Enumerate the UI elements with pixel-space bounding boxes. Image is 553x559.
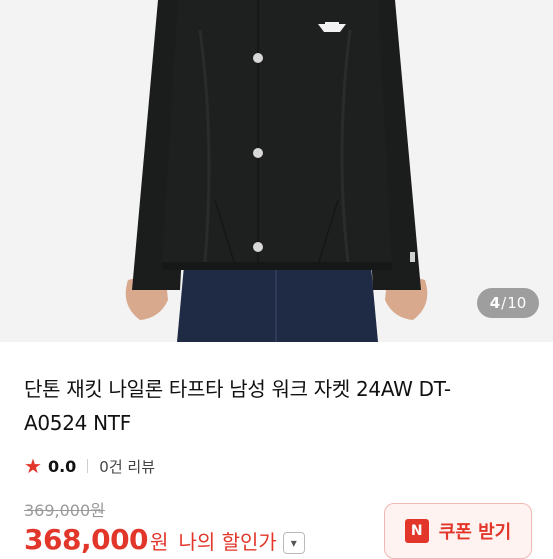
review-count[interactable]: 0건 리뷰 [99, 456, 155, 477]
product-photo-jacket [0, 0, 553, 342]
n-badge-icon: N [404, 519, 429, 543]
original-price: 369,000원 [24, 501, 105, 520]
product-image[interactable]: 4/10 [0, 0, 553, 342]
product-title: 단톤 재킷 나일론 타프타 남성 워크 자켓 24AW DT- A0524 NT… [24, 372, 529, 440]
sale-price: 368,000 [24, 523, 149, 556]
price-unit: 원 [150, 530, 169, 554]
rating-row[interactable]: ★ 0.0 0건 리뷰 [24, 453, 155, 479]
image-counter-current: 4 [489, 294, 501, 312]
image-counter: 4/10 [477, 288, 539, 318]
price-row: 368,000 원 나의 할인가 ▾ [24, 523, 305, 556]
chevron-down-icon[interactable]: ▾ [282, 532, 305, 554]
my-discount-label[interactable]: 나의 할인가 [178, 526, 276, 555]
rating-score: 0.0 [47, 456, 77, 476]
product-title-line1: 단톤 재킷 나일론 타프타 남성 워크 자켓 24AW DT- [24, 377, 451, 401]
product-title-line2: A0524 NTF [24, 411, 131, 435]
get-coupon-button[interactable]: N 쿠폰 받기 [384, 503, 532, 559]
star-icon: ★ [24, 454, 42, 478]
rating-divider [87, 459, 89, 473]
image-counter-separator: / [501, 294, 507, 312]
image-counter-total: 10 [507, 294, 527, 312]
get-coupon-label: 쿠폰 받기 [438, 522, 512, 543]
